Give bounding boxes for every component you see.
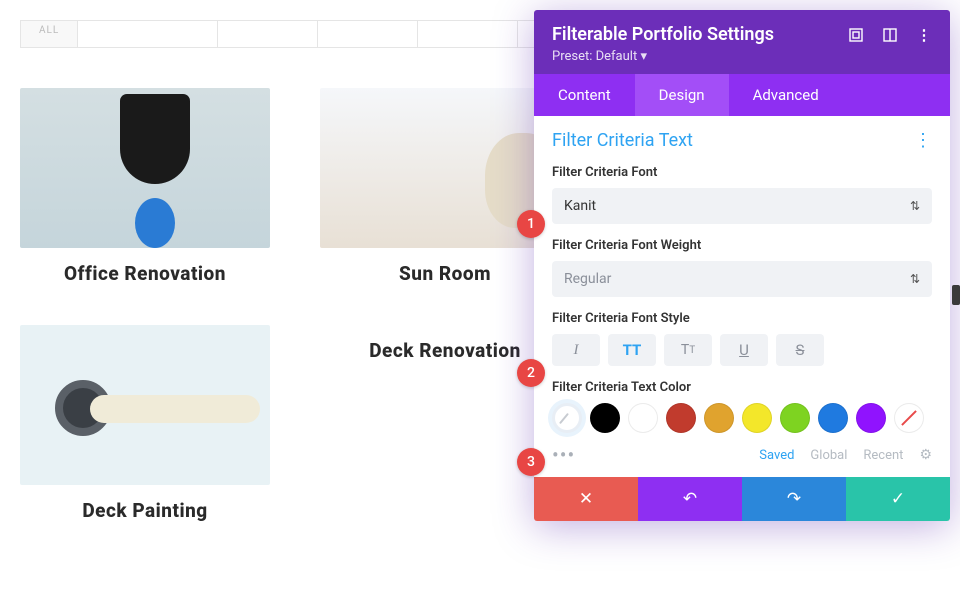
font-select[interactable]: Kanit ⇅	[552, 188, 932, 224]
card-title: Deck Painting	[20, 499, 270, 522]
color-swatches	[552, 403, 932, 433]
card-title: Sun Room	[320, 262, 570, 285]
filter-tab[interactable]	[418, 21, 518, 47]
weight-select[interactable]: Regular ⇅	[552, 261, 932, 297]
kebab-icon[interactable]: ⋮	[916, 27, 932, 43]
annotation-badge-2: 2	[517, 359, 545, 387]
panel-tabs: Content Design Advanced	[534, 74, 950, 116]
color-tab-global[interactable]: Global	[810, 448, 847, 463]
filter-tab-all[interactable]: ALL	[21, 21, 78, 47]
panel-header: Filterable Portfolio Settings ⋮ Preset: …	[534, 10, 950, 74]
color-picker-button[interactable]	[552, 403, 582, 433]
uppercase-button[interactable]: TT	[608, 334, 656, 366]
preset-selector[interactable]: Preset: Default ▾	[552, 49, 932, 64]
swatch-orange[interactable]	[704, 403, 734, 433]
swatch-red[interactable]	[666, 403, 696, 433]
annotation-badge-1: 1	[517, 210, 545, 238]
filter-tab[interactable]	[78, 21, 218, 47]
strikethrough-button[interactable]: S	[776, 334, 824, 366]
color-tab-recent[interactable]: Recent	[863, 448, 903, 463]
filter-tab[interactable]	[218, 21, 318, 47]
more-dots-icon[interactable]: •••	[552, 443, 575, 467]
updown-icon: ⇅	[910, 199, 920, 213]
font-style-row: I TT TT U S	[552, 334, 932, 366]
portfolio-card[interactable]: Deck Painting	[20, 325, 270, 522]
label-color: Filter Criteria Text Color	[552, 380, 932, 395]
card-title: Office Renovation	[20, 262, 270, 285]
updown-icon: ⇅	[910, 272, 920, 286]
annotation-badge-3: 3	[517, 448, 545, 476]
label-weight: Filter Criteria Font Weight	[552, 238, 932, 253]
settings-panel: Filterable Portfolio Settings ⋮ Preset: …	[534, 10, 950, 521]
panel-body: Filter Criteria Text ⋮ Filter Criteria F…	[534, 116, 950, 477]
check-icon: ✓	[891, 489, 905, 509]
caret-down-icon: ▾	[640, 49, 647, 64]
label-font: Filter Criteria Font	[552, 165, 932, 180]
swatch-yellow[interactable]	[742, 403, 772, 433]
layout-icon[interactable]	[882, 27, 898, 43]
section-kebab-icon[interactable]: ⋮	[914, 130, 932, 151]
portfolio-card[interactable]: Sun Room	[320, 88, 570, 285]
tab-advanced[interactable]: Advanced	[729, 74, 843, 116]
save-button[interactable]: ✓	[846, 477, 950, 521]
panel-footer: ✕ ↶ ↷ ✓	[534, 477, 950, 521]
gear-icon[interactable]: ⚙	[919, 447, 932, 463]
font-select-value: Kanit	[564, 198, 596, 214]
scrollbar-handle[interactable]	[952, 285, 960, 305]
filter-tab[interactable]	[318, 21, 418, 47]
undo-button[interactable]: ↶	[638, 477, 742, 521]
color-sub-row: ••• Saved Global Recent ⚙	[552, 443, 932, 467]
tab-design[interactable]: Design	[635, 74, 729, 116]
swatch-blue[interactable]	[818, 403, 848, 433]
swatch-none[interactable]	[894, 403, 924, 433]
expand-icon[interactable]	[848, 27, 864, 43]
card-thumbnail	[20, 325, 270, 485]
swatch-purple[interactable]	[856, 403, 886, 433]
tab-content[interactable]: Content	[534, 74, 635, 116]
label-style: Filter Criteria Font Style	[552, 311, 932, 326]
underline-button[interactable]: U	[720, 334, 768, 366]
card-thumbnail	[20, 88, 270, 248]
redo-icon: ↷	[787, 489, 801, 509]
portfolio-card[interactable]: Office Renovation	[20, 88, 270, 285]
panel-title-row: Filterable Portfolio Settings ⋮	[552, 24, 932, 45]
section-title: Filter Criteria Text ⋮	[552, 130, 932, 151]
portfolio-card[interactable]: Deck Renovation	[320, 325, 570, 522]
italic-button[interactable]: I	[552, 334, 600, 366]
color-tab-saved[interactable]: Saved	[759, 448, 794, 463]
smallcaps-button[interactable]: TT	[664, 334, 712, 366]
swatch-black[interactable]	[590, 403, 620, 433]
swatch-green[interactable]	[780, 403, 810, 433]
weight-select-value: Regular	[564, 271, 611, 287]
swatch-white[interactable]	[628, 403, 658, 433]
undo-icon: ↶	[683, 489, 697, 509]
panel-title: Filterable Portfolio Settings	[552, 24, 774, 45]
cancel-button[interactable]: ✕	[534, 477, 638, 521]
close-icon: ✕	[579, 489, 593, 509]
redo-button[interactable]: ↷	[742, 477, 846, 521]
